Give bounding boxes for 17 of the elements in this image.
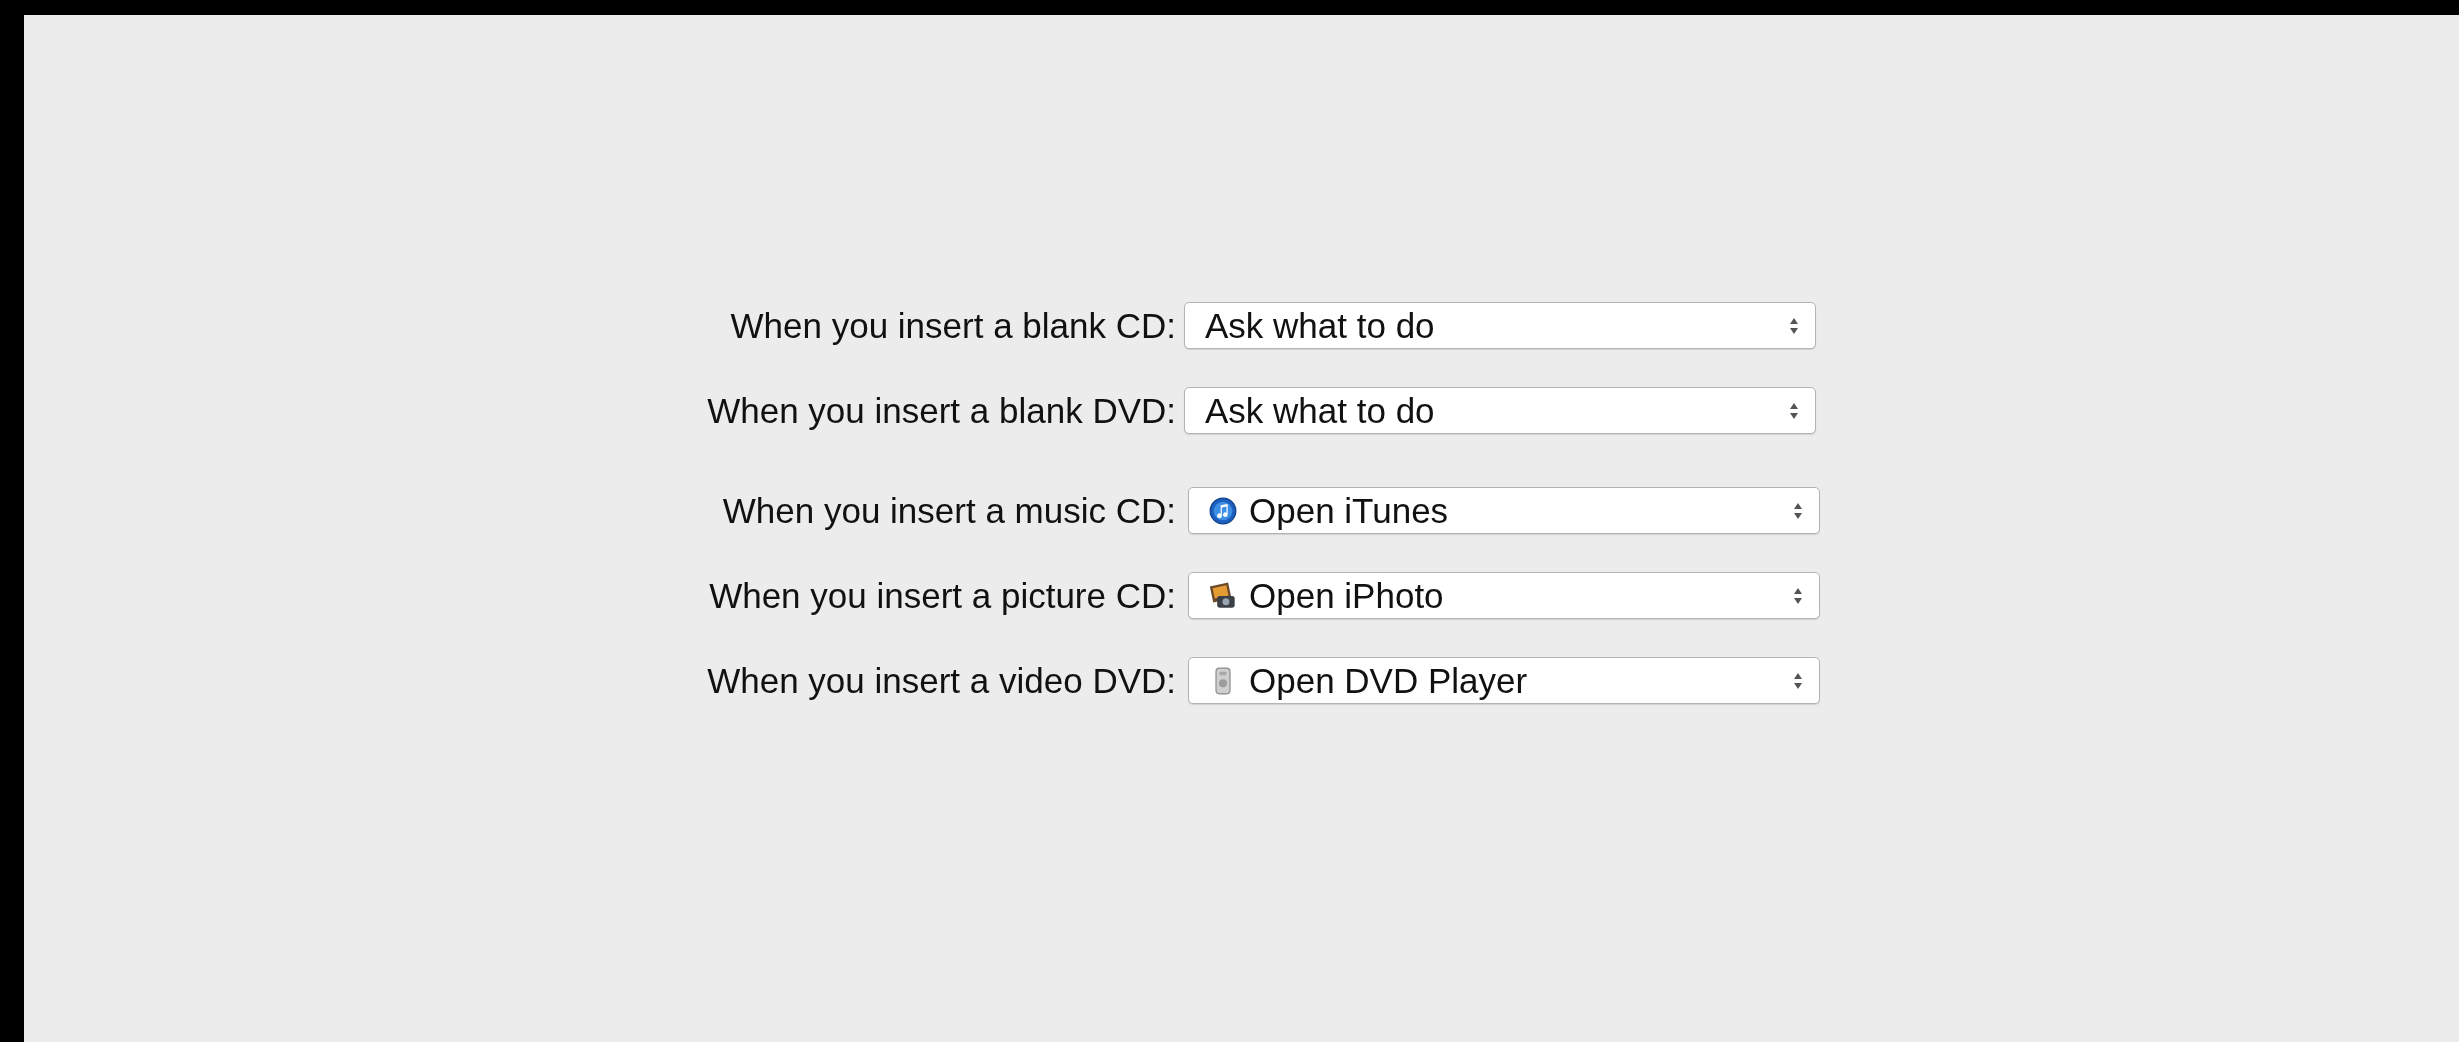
setting-label: When you insert a video DVD:	[707, 660, 1177, 701]
stepper-arrows-icon	[1789, 401, 1799, 420]
setting-label: When you insert a blank CD:	[730, 305, 1177, 346]
popup-menu[interactable]: Ask what to do	[1184, 387, 1816, 434]
popup-menu[interactable]: Open DVD Player	[1188, 657, 1820, 704]
stepper-arrows-icon	[1789, 316, 1799, 335]
setting-label: When you insert a picture CD:	[709, 575, 1177, 616]
popup-menu[interactable]: Open iTunes	[1188, 487, 1820, 534]
popup-menu[interactable]: Ask what to do	[1184, 302, 1816, 349]
stepper-arrows-icon	[1793, 671, 1803, 690]
stepper-arrows-icon	[1793, 586, 1803, 605]
setting-label: When you insert a music CD:	[722, 490, 1177, 531]
popup-menu[interactable]: Open iPhoto	[1188, 572, 1820, 619]
stepper-arrows-icon	[1793, 501, 1803, 520]
photo-camera-icon	[1209, 581, 1237, 610]
music-note-icon	[1209, 496, 1237, 525]
setting-label: When you insert a blank DVD:	[707, 390, 1177, 431]
